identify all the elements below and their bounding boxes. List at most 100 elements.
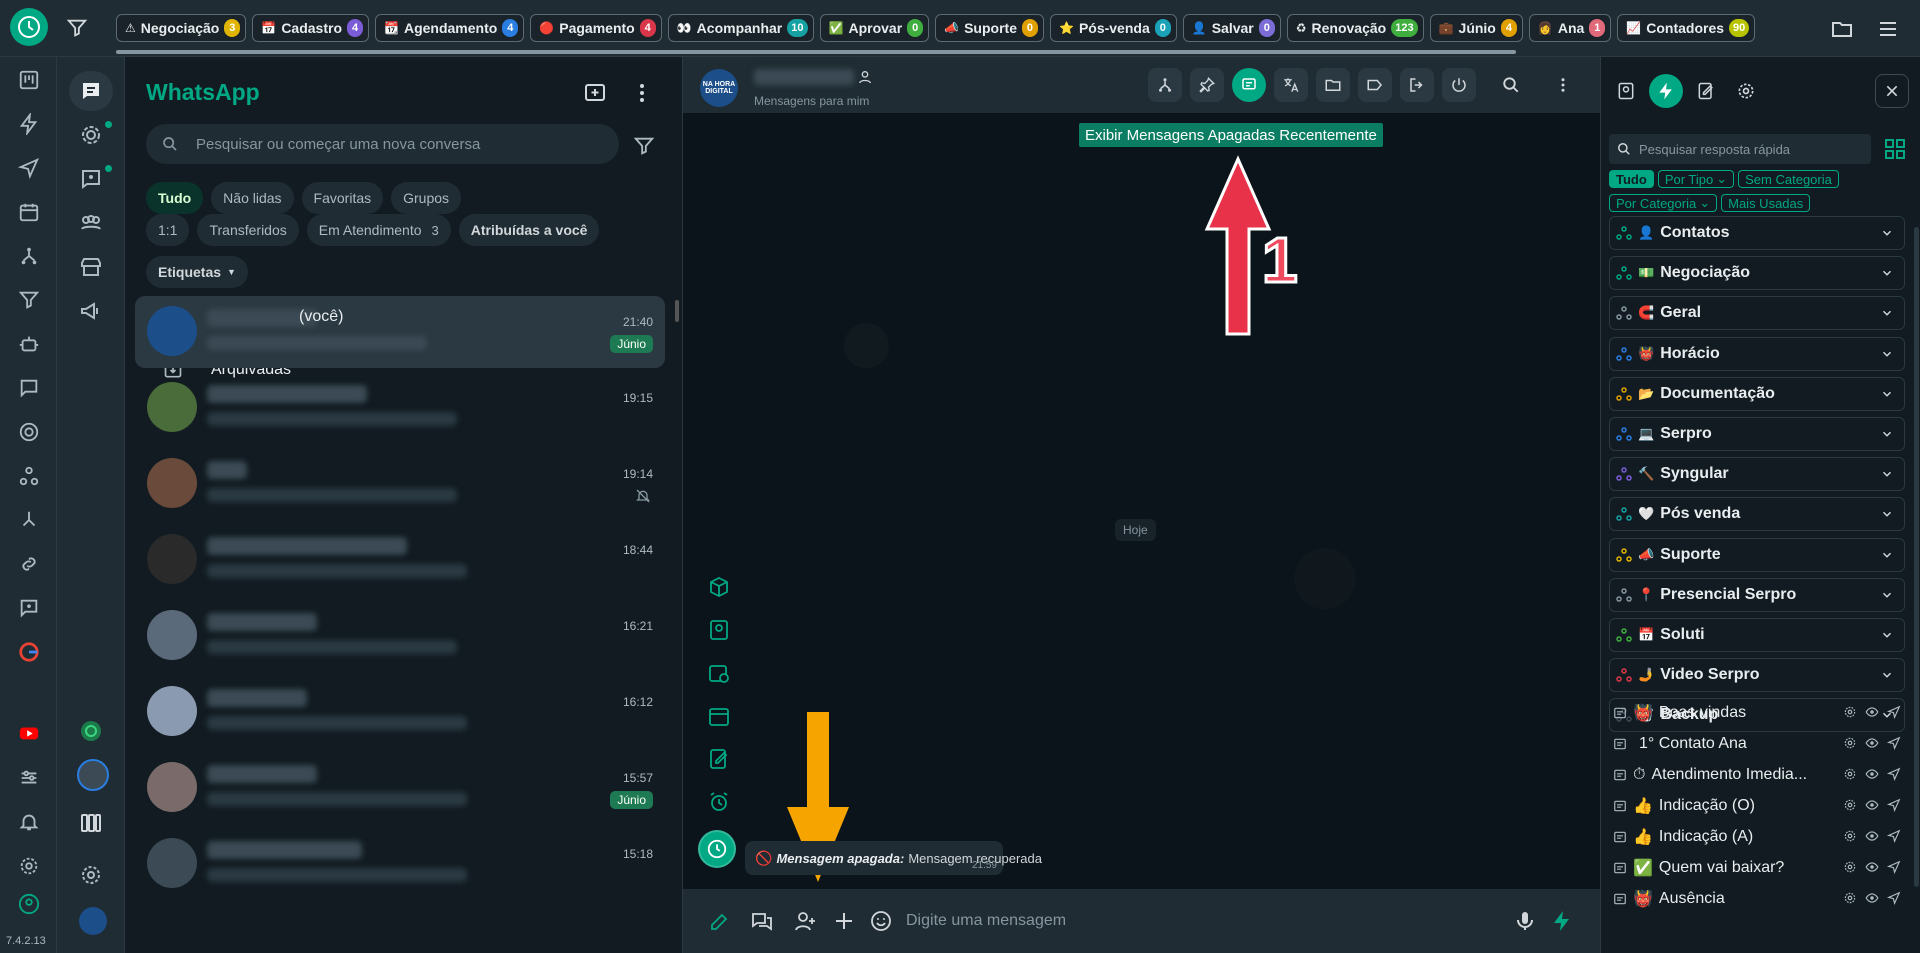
robot-icon[interactable] — [18, 333, 40, 355]
edit-icon[interactable] — [708, 909, 732, 933]
quick-reply-item[interactable]: ⏱ Atendimento Imedia... — [1609, 759, 1905, 790]
quick-reply-item[interactable]: 👹 Boas vindas — [1609, 697, 1905, 728]
contact-card-icon[interactable] — [707, 618, 731, 642]
chip-transferidos[interactable]: Transferidos — [197, 214, 299, 246]
chat-list-item[interactable]: 19:15 — [135, 372, 665, 444]
tag-filter-3[interactable]: 🔴 Pagamento 4 — [530, 14, 662, 42]
chip-grupos[interactable]: Grupos — [391, 182, 462, 214]
chip-tudo[interactable]: Tudo — [146, 182, 204, 214]
filter-mais-usadas[interactable]: Mais Usadas — [1721, 194, 1811, 212]
close-ticket-button[interactable] — [1442, 68, 1476, 102]
filter-icon[interactable] — [66, 17, 88, 39]
folder-icon[interactable] — [1830, 17, 1854, 41]
filter-sem-categoria[interactable]: Sem Categoria — [1738, 170, 1839, 188]
preview-eye-icon[interactable] — [1865, 891, 1879, 905]
send-icon[interactable] — [1886, 860, 1901, 875]
google-icon[interactable] — [18, 641, 40, 663]
tag-filter-4[interactable]: 👀 Acompanhar 10 — [667, 14, 814, 42]
filter-tudo[interactable]: Tudo — [1609, 170, 1654, 188]
category-accordion[interactable]: 💻 Serpro — [1609, 417, 1905, 451]
chip-atribuidas[interactable]: Atribuídas a você — [458, 214, 600, 246]
tag-filter-6[interactable]: 📣 Suporte 0 — [935, 14, 1044, 42]
settings-gear-icon[interactable] — [1843, 829, 1857, 843]
settings-gear-icon[interactable] — [1843, 891, 1857, 905]
translate-button[interactable] — [1274, 68, 1308, 102]
note-edit-icon[interactable] — [707, 747, 731, 771]
category-accordion[interactable]: 📂 Documentação — [1609, 376, 1905, 411]
message-square-icon[interactable] — [18, 377, 40, 399]
pin-button[interactable] — [1190, 68, 1224, 102]
communities-icon[interactable] — [79, 211, 103, 235]
send-icon[interactable] — [1886, 767, 1901, 782]
chat-bubbles-icon[interactable] — [750, 909, 774, 933]
chat-list-item[interactable]: 16:12 — [135, 676, 665, 748]
business-avatar[interactable] — [79, 907, 107, 935]
flow-icon[interactable] — [18, 245, 40, 267]
integration-icon[interactable] — [18, 509, 40, 531]
webhook-icon[interactable] — [18, 465, 40, 487]
quick-reply-item[interactable]: 👍 Indicação (O) — [1609, 790, 1905, 821]
settings-gear-icon[interactable] — [1843, 860, 1857, 874]
more-options-icon[interactable] — [630, 81, 654, 105]
message-input[interactable]: Digite uma mensagem — [906, 902, 1471, 940]
settings-gear-icon[interactable] — [1843, 798, 1857, 812]
tag-filter-5[interactable]: ✅ Aprovar 0 — [819, 14, 930, 42]
person-add-icon[interactable] — [793, 909, 817, 933]
settings-gear-icon[interactable] — [1843, 705, 1857, 719]
quick-reply-item[interactable]: ✅ Quem vai baixar? — [1609, 852, 1905, 883]
recovered-message-bubble[interactable]: 🚫 Mensagem apagada: Mensagem recuperada … — [745, 841, 1042, 875]
tag-filter-0[interactable]: ⚠ Negociação 3 — [116, 14, 247, 42]
target-icon[interactable] — [18, 421, 40, 443]
send-icon[interactable] — [1886, 891, 1901, 906]
preview-eye-icon[interactable] — [1865, 705, 1879, 719]
quick-reply-item[interactable]: 👹 Ausência — [1609, 883, 1905, 914]
youtube-icon[interactable] — [18, 722, 40, 744]
settings-gear-icon[interactable] — [1843, 736, 1857, 750]
send-icon[interactable] — [1886, 829, 1901, 844]
contact-avatar[interactable]: NA HORA DIGITAL — [700, 69, 738, 107]
meta-ai-icon[interactable] — [79, 719, 103, 743]
kanban-icon[interactable] — [18, 69, 40, 91]
tag-filter-10[interactable]: 💼 Júnio 4 — [1429, 14, 1523, 42]
send-icon[interactable] — [18, 157, 40, 179]
filter-por-categoria[interactable]: Por Categoria ⌄ — [1609, 194, 1718, 212]
category-accordion[interactable]: 🤳 Video Serpro — [1609, 658, 1905, 693]
chat-list-item[interactable]: 19:14 — [135, 448, 665, 520]
alarm-icon[interactable] — [707, 790, 731, 814]
chip-em-atendimento[interactable]: Em Atendimento 3 — [306, 214, 451, 246]
category-accordion[interactable]: 💵 Negociação — [1609, 256, 1905, 291]
chat-list-item[interactable]: 15:57 Júnio — [135, 752, 665, 824]
account-circle-icon[interactable] — [18, 893, 40, 915]
label-button[interactable] — [1358, 68, 1392, 102]
chat-list-item[interactable]: 18:44 — [135, 524, 665, 596]
flow-tool-button[interactable] — [1148, 68, 1182, 102]
category-accordion[interactable]: 📍 Presencial Serpro — [1609, 577, 1905, 612]
chat-list-scrollbar[interactable] — [675, 300, 679, 322]
grid-view-icon[interactable] — [1883, 137, 1907, 161]
chip-favoritas[interactable]: Favoritas — [301, 182, 384, 214]
close-panel-button[interactable] — [1875, 74, 1909, 108]
category-accordion[interactable]: 🧲 Geral — [1609, 296, 1905, 331]
new-chat-icon[interactable] — [583, 81, 607, 105]
calendar-icon[interactable] — [18, 201, 40, 223]
preview-eye-icon[interactable] — [1865, 767, 1879, 781]
status-icon[interactable] — [79, 123, 103, 147]
sliders-icon[interactable] — [18, 767, 40, 789]
show-deleted-messages-button[interactable] — [1232, 68, 1266, 102]
category-accordion[interactable]: 🤍 Pós venda — [1609, 497, 1905, 532]
tag-filter-7[interactable]: ⭐ Pós-venda 0 — [1049, 14, 1177, 42]
category-accordion[interactable]: 📣 Suporte — [1609, 537, 1905, 572]
open-folder-button[interactable] — [1316, 68, 1350, 102]
settings-gear-icon[interactable] — [18, 855, 40, 877]
settings-icon[interactable] — [79, 863, 103, 887]
send-icon[interactable] — [1886, 736, 1901, 751]
category-accordion[interactable]: 📅 Soluti — [1609, 618, 1905, 652]
category-accordion[interactable]: 👹 Horácio — [1609, 336, 1905, 371]
tag-filter-2[interactable]: 📆 Agendamento 4 — [375, 14, 525, 42]
microphone-icon[interactable] — [1513, 909, 1537, 933]
extension-columns-icon[interactable] — [79, 811, 103, 835]
category-accordion[interactable]: 👤 Contatos — [1609, 216, 1905, 250]
send-icon[interactable] — [1886, 798, 1901, 813]
category-accordion[interactable]: 🔨 Syngular — [1609, 457, 1905, 492]
chip-1-1[interactable]: 1:1 — [146, 214, 190, 246]
